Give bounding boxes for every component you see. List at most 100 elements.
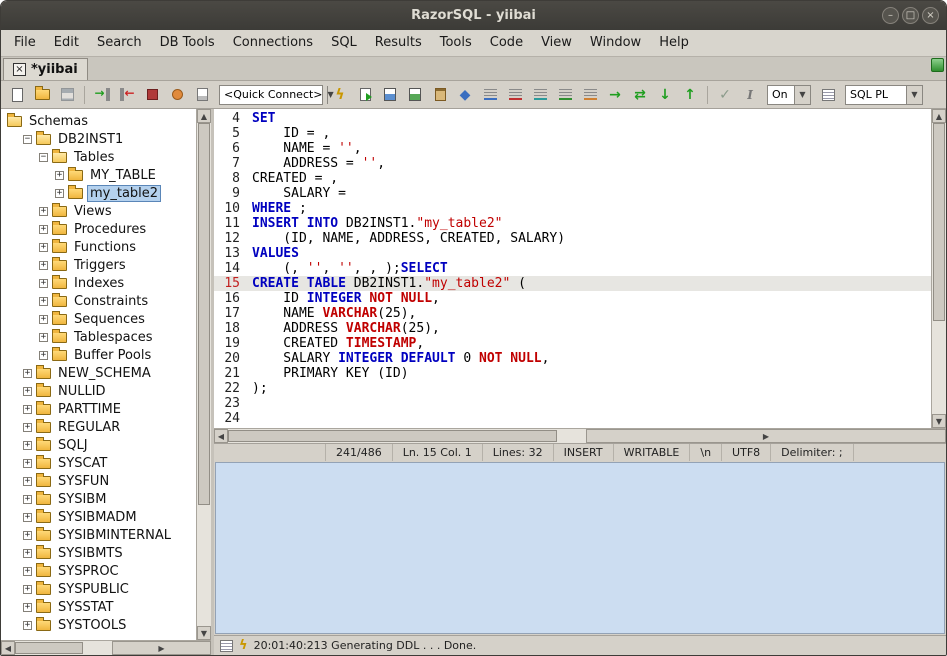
scroll-down-icon[interactable] (197, 626, 211, 640)
editor-hscroll-track[interactable] (228, 429, 586, 443)
code-line[interactable]: 24 (214, 411, 931, 426)
menu-code[interactable]: Code (481, 30, 532, 56)
next-result-button[interactable]: ↓ (653, 83, 677, 107)
code-line[interactable]: 14 (, '', '', , );SELECT (214, 261, 931, 276)
compare-button[interactable]: ◆ (453, 83, 477, 107)
tree-item-my-table[interactable]: +MY_TABLE (1, 166, 196, 184)
close-tab-icon[interactable] (13, 63, 26, 76)
expand-icon[interactable]: + (23, 585, 32, 594)
code-line[interactable]: 10WHERE ; (214, 201, 931, 216)
expand-icon[interactable]: + (23, 567, 32, 576)
expand-icon[interactable]: + (39, 279, 48, 288)
editor-hscroll-thumb[interactable] (228, 430, 557, 442)
tree-item-views[interactable]: +Views (1, 202, 196, 220)
tree-item-triggers[interactable]: +Triggers (1, 256, 196, 274)
sidebar-vertical-scrollbar[interactable] (196, 109, 211, 640)
code-line[interactable]: 12 (ID, NAME, ADDRESS, CREATED, SALARY) (214, 231, 931, 246)
tree-item-sequences[interactable]: +Sequences (1, 310, 196, 328)
chevron-down-icon[interactable] (906, 86, 922, 104)
expand-icon[interactable]: + (39, 207, 48, 216)
caret-mode-button[interactable] (738, 83, 762, 107)
scroll-right-icon[interactable] (112, 641, 211, 655)
collapse-icon[interactable]: − (39, 153, 48, 162)
commit-button[interactable] (140, 83, 164, 107)
expand-icon[interactable]: + (23, 621, 32, 630)
import-button[interactable] (403, 83, 427, 107)
tree-item-sysibmts[interactable]: +SYSIBMTS (1, 544, 196, 562)
expand-icon[interactable]: + (39, 225, 48, 234)
code-line[interactable]: 17 NAME VARCHAR(25), (214, 306, 931, 321)
expand-icon[interactable]: + (23, 423, 32, 432)
code-line[interactable]: 7 ADDRESS = '', (214, 156, 931, 171)
expand-icon[interactable]: + (39, 351, 48, 360)
menu-window[interactable]: Window (581, 30, 650, 56)
expand-icon[interactable]: + (39, 315, 48, 324)
sidebar-hscroll-thumb[interactable] (15, 642, 83, 654)
code-line[interactable]: 21 PRIMARY KEY (ID) (214, 366, 931, 381)
code-line[interactable]: 19 CREATED TIMESTAMP, (214, 336, 931, 351)
code-line[interactable]: 11INSERT INTO DB2INST1."my_table2" (214, 216, 931, 231)
tree-item-buffer-pools[interactable]: +Buffer Pools (1, 346, 196, 364)
code-line[interactable]: 18 ADDRESS VARCHAR(25), (214, 321, 931, 336)
tree-item-sysfun[interactable]: +SYSFUN (1, 472, 196, 490)
refresh-button[interactable]: ⇄ (628, 83, 652, 107)
collapse-icon[interactable]: − (23, 135, 32, 144)
expand-icon[interactable]: + (23, 513, 32, 522)
align-button[interactable] (553, 83, 577, 107)
expand-icon[interactable]: + (23, 369, 32, 378)
expand-icon[interactable]: + (23, 441, 32, 450)
outdent-button[interactable] (528, 83, 552, 107)
maximize-button[interactable]: □ (902, 7, 919, 24)
copy-button[interactable] (428, 83, 452, 107)
rollback-button[interactable] (165, 83, 189, 107)
tree-item-procedures[interactable]: +Procedures (1, 220, 196, 238)
menu-edit[interactable]: Edit (45, 30, 88, 56)
tree-item-sysstat[interactable]: +SYSSTAT (1, 598, 196, 616)
tree-item-syscat[interactable]: +SYSCAT (1, 454, 196, 472)
indent-button[interactable] (503, 83, 527, 107)
expand-icon[interactable]: + (23, 477, 32, 486)
expand-icon[interactable]: + (39, 243, 48, 252)
chevron-down-icon[interactable] (794, 86, 810, 104)
tree-item-my-table2[interactable]: +my_table2 (1, 184, 196, 202)
auto-commit-select[interactable]: On (767, 85, 811, 105)
code-line[interactable]: 16 ID INTEGER NOT NULL, (214, 291, 931, 306)
tree-item-indexes[interactable]: +Indexes (1, 274, 196, 292)
prev-result-button[interactable]: ↑ (678, 83, 702, 107)
menu-connections[interactable]: Connections (224, 30, 322, 56)
format-sql-button[interactable] (478, 83, 502, 107)
scroll-right-icon[interactable] (586, 429, 946, 443)
scroll-left-icon[interactable] (214, 429, 228, 443)
expand-icon[interactable]: + (23, 549, 32, 558)
tree-item-sqlj[interactable]: +SQLJ (1, 436, 196, 454)
tree-item-tablespaces[interactable]: +Tablespaces (1, 328, 196, 346)
tree-item-syspublic[interactable]: +SYSPUBLIC (1, 580, 196, 598)
tree-item-parttime[interactable]: +PARTTIME (1, 400, 196, 418)
editor-horizontal-scrollbar[interactable] (214, 428, 946, 443)
database-navigator-button[interactable] (931, 57, 944, 76)
tree-item-constraints[interactable]: +Constraints (1, 292, 196, 310)
menu-db-tools[interactable]: DB Tools (151, 30, 224, 56)
tree-item-new-schema[interactable]: +NEW_SCHEMA (1, 364, 196, 382)
expand-icon[interactable]: + (39, 333, 48, 342)
tree-item-functions[interactable]: +Functions (1, 238, 196, 256)
view-log-button[interactable] (816, 83, 840, 107)
sidebar-hscroll-track[interactable] (15, 641, 112, 655)
expand-icon[interactable]: + (23, 603, 32, 612)
tree-item-sysibmadm[interactable]: +SYSIBMADM (1, 508, 196, 526)
new-file-button[interactable] (5, 83, 29, 107)
tree-item-systools[interactable]: +SYSTOOLS (1, 616, 196, 634)
quick-connect-select[interactable]: <Quick Connect> (219, 85, 323, 105)
menu-view[interactable]: View (532, 30, 581, 56)
code-line[interactable]: 4SET (214, 111, 931, 126)
sidebar-vscroll-thumb[interactable] (198, 123, 210, 505)
code-line[interactable]: 20 SALARY INTEGER DEFAULT 0 NOT NULL, (214, 351, 931, 366)
close-button[interactable]: × (922, 7, 939, 24)
minimize-button[interactable]: – (882, 7, 899, 24)
tree-item-sysproc[interactable]: +SYSPROC (1, 562, 196, 580)
expand-icon[interactable]: + (23, 495, 32, 504)
editor-vscroll-track[interactable] (932, 123, 946, 414)
code-line[interactable]: 8CREATED = , (214, 171, 931, 186)
expand-icon[interactable]: + (23, 405, 32, 414)
tree-item-schemas[interactable]: Schemas (1, 112, 196, 130)
